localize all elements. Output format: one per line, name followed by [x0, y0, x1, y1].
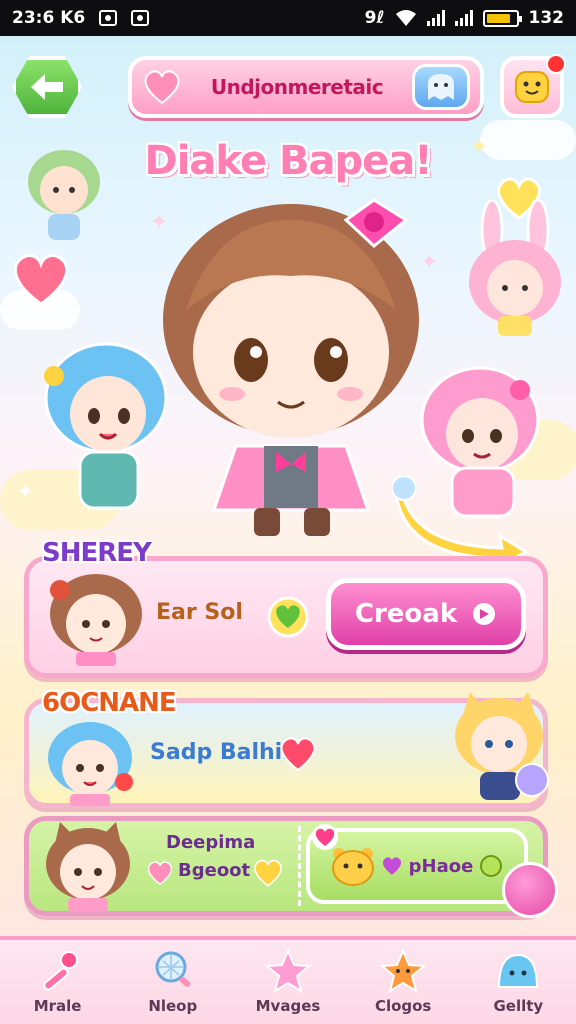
nav-item-clogos[interactable]: Clogos: [353, 938, 453, 1024]
nav-item-nleop[interactable]: Nleop: [123, 938, 223, 1024]
bunny-character: [469, 200, 561, 336]
smiley-face-icon: [515, 71, 549, 103]
signal-bars-2-icon: [454, 10, 473, 26]
bear-face-icon: [331, 848, 374, 886]
signal-bars-icon: [426, 10, 445, 26]
floating-heart-icon: [13, 254, 69, 306]
sparkle-icon: ✦: [16, 480, 35, 505]
cat-ear-character: [455, 692, 549, 800]
heart-badge-icon: [312, 824, 338, 850]
notification-icon: [99, 10, 118, 26]
wifi-icon: [395, 10, 416, 26]
camera-icon: [131, 10, 150, 26]
network-label: 9ℓ: [364, 8, 385, 28]
battery-icon: [482, 9, 522, 27]
nav-item-gellty[interactable]: Gellty: [468, 938, 568, 1024]
green-heart-icon: [267, 596, 309, 638]
blue-hair-character: [44, 342, 168, 510]
small-green-character: [28, 150, 100, 240]
title-bar[interactable]: Undjonmeretaic: [128, 56, 484, 118]
notification-badge: [546, 54, 566, 74]
phaoe-button-label: pHaoe: [408, 855, 474, 877]
status-bar: 23:6 K6 9ℓ 132: [0, 0, 576, 36]
ghost-mascot-button[interactable]: [412, 64, 470, 110]
panel-3-avatar: [46, 822, 130, 912]
panel-3-divider: [298, 826, 301, 906]
back-button[interactable]: [12, 56, 82, 118]
nav-label: Mrale: [33, 997, 82, 1015]
green-face-icon: [480, 855, 503, 877]
star-icon: [264, 949, 311, 993]
status-time: 23:6 K6: [12, 8, 86, 28]
pink-heart-icon: [147, 861, 173, 886]
pointer-icon: [473, 603, 496, 625]
purple-heart-icon: [382, 857, 401, 875]
nav-label: Mvages: [255, 997, 321, 1015]
yellow-arrow-decoration: [392, 476, 530, 566]
create-button-label: Creoak: [354, 599, 458, 629]
magnifier-icon: [155, 951, 191, 987]
panel-1-avatar: [50, 574, 142, 666]
battery-level: 132: [528, 8, 565, 28]
panel-2-text: Sadp Balhin: [150, 740, 298, 765]
nav-item-mvages[interactable]: Mvages: [238, 938, 338, 1024]
panel-1-label: SHEREY: [42, 538, 152, 568]
slime-icon: [498, 953, 539, 988]
wand-icon: [42, 951, 78, 991]
star-face-icon: [380, 949, 427, 993]
nav-label: Clogos: [374, 997, 432, 1015]
nav-label: Gellty: [493, 997, 544, 1015]
create-button[interactable]: Creoak: [326, 578, 526, 650]
nav-label: Nleop: [148, 997, 198, 1015]
panel-3-text-bottom: Bgeoot: [178, 860, 251, 881]
arrow-left-icon: [31, 74, 63, 100]
heart-icon: [144, 70, 180, 105]
yellow-heart-small-icon: [254, 859, 282, 887]
bottom-nav: Mrale Nleop Mvages Clogos Gellty: [0, 936, 576, 1024]
title-text: Undjonmeretaic: [210, 75, 384, 99]
nav-item-mrale[interactable]: Mrale: [8, 938, 108, 1024]
notification-button[interactable]: [500, 54, 566, 118]
panel-1-text: Ear Sol: [156, 600, 243, 625]
panel-2-avatar: [48, 722, 133, 806]
floating-emote-button[interactable]: [502, 862, 558, 918]
red-heart-icon: [280, 737, 316, 772]
ghost-icon: [428, 74, 454, 100]
panel-3-text-top: Deepima: [166, 832, 256, 853]
panel-2-label: 6OCNANE: [42, 688, 177, 718]
